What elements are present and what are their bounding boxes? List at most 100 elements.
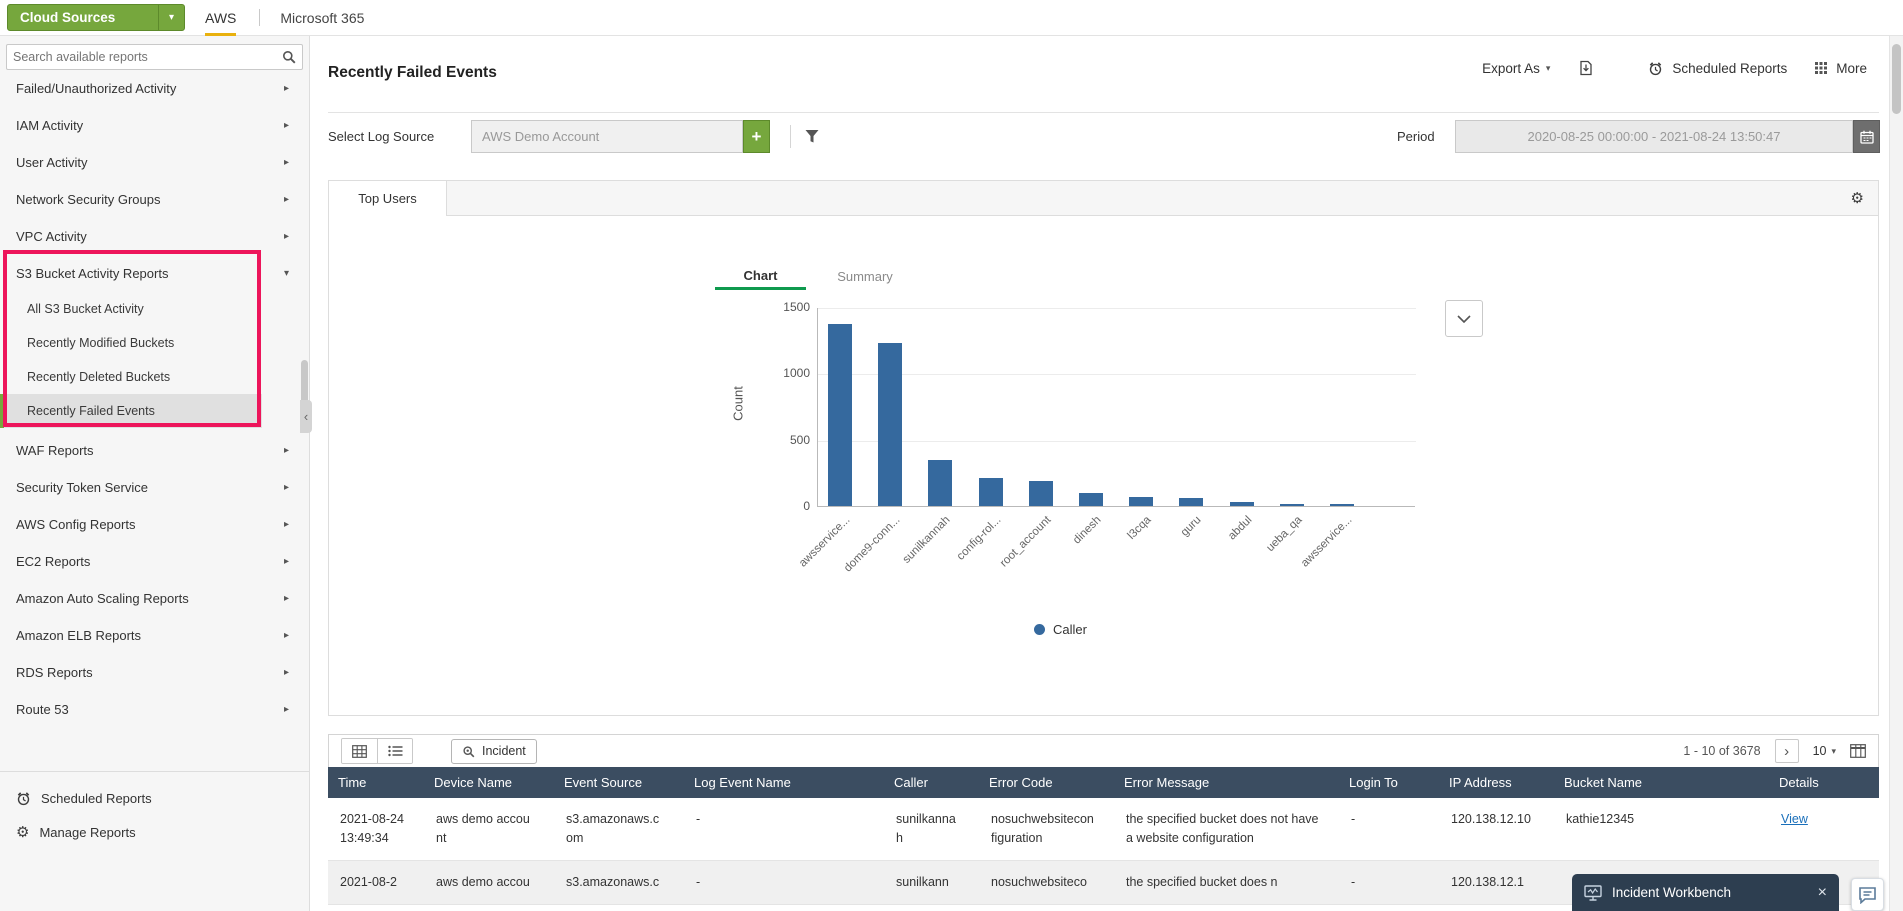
vertical-scrollbar-thumb[interactable] — [1892, 44, 1901, 114]
bar-awsservice-10[interactable] — [1330, 504, 1354, 506]
more-button[interactable]: More — [1815, 61, 1867, 76]
column-header-log-event-name[interactable]: Log Event Name — [684, 767, 884, 798]
incident-workbench-bar[interactable]: Incident Workbench × — [1572, 874, 1839, 911]
chevron-right-icon: ▸ — [284, 157, 289, 168]
chevron-down-icon: ▾ — [1831, 746, 1836, 757]
sidebar-item-route-53[interactable]: Route 53▸ — [0, 691, 309, 728]
bar-ueba-qa-9[interactable] — [1280, 504, 1304, 506]
chart-legend[interactable]: Caller — [1034, 622, 1087, 637]
x-tick-label: l3cqa — [1060, 514, 1153, 607]
sidebar-item-security-token-service[interactable]: Security Token Service▸ — [0, 469, 309, 506]
column-header-event-source[interactable]: Event Source — [554, 767, 684, 798]
cell-caller: sunilkannah — [884, 798, 979, 861]
column-chooser-icon[interactable] — [1850, 744, 1866, 758]
legend-label: Caller — [1053, 622, 1087, 637]
sidebar-item-rds-reports[interactable]: RDS Reports▸ — [0, 654, 309, 691]
sidebar-item-label: S3 Bucket Activity Reports — [16, 266, 168, 281]
tab-microsoft-365[interactable]: Microsoft 365 — [280, 0, 364, 36]
column-header-error-code[interactable]: Error Code — [979, 767, 1114, 798]
sidebar-item-iam-activity[interactable]: IAM Activity▸ — [0, 107, 309, 144]
vertical-scrollbar-track[interactable] — [1889, 36, 1903, 911]
list-view-button[interactable] — [377, 739, 412, 763]
sidebar-item-network-security-groups[interactable]: Network Security Groups▸ — [0, 181, 309, 218]
bar-sunilkannah-2[interactable] — [928, 460, 952, 506]
sidebar-subitem-label: Recently Modified Buckets — [27, 336, 174, 350]
incident-button-label: Incident — [482, 744, 526, 758]
sidebar-item-vpc-activity[interactable]: VPC Activity▸ — [0, 218, 309, 255]
export-icon[interactable] — [1578, 60, 1594, 76]
scheduled-reports-button[interactable]: Scheduled Reports — [1648, 61, 1787, 76]
search-input[interactable] — [7, 50, 276, 64]
bar-abdul-8[interactable] — [1230, 502, 1254, 506]
chart-options-dropdown[interactable] — [1445, 300, 1483, 337]
bar-dinesh-5[interactable] — [1079, 493, 1103, 506]
sidebar-subitem-recently-failed-events[interactable]: Recently Failed Events — [0, 394, 262, 428]
bar-guru-7[interactable] — [1179, 498, 1203, 506]
chat-button[interactable] — [1851, 878, 1884, 911]
column-header-details[interactable]: Details — [1769, 767, 1879, 798]
log-source-input[interactable] — [471, 120, 743, 153]
view-details-link[interactable]: View — [1781, 812, 1808, 826]
sidebar-subitem-label: Recently Deleted Buckets — [27, 370, 170, 384]
bar-l3cqa-6[interactable] — [1129, 497, 1153, 506]
sidebar-item-aws-config-reports[interactable]: AWS Config Reports▸ — [0, 506, 309, 543]
sidebar-scheduled-reports[interactable]: Scheduled Reports — [0, 781, 309, 815]
sidebar-item-amazon-auto-scaling-reports[interactable]: Amazon Auto Scaling Reports▸ — [0, 580, 309, 617]
calendar-button[interactable] — [1853, 120, 1880, 153]
sidebar-subitem-recently-modified-buckets[interactable]: Recently Modified Buckets — [0, 326, 262, 360]
column-header-bucket-name[interactable]: Bucket Name — [1554, 767, 1769, 798]
cell-event-source: s3.amazonaws.com — [554, 798, 684, 861]
sidebar-item-label: EC2 Reports — [16, 554, 90, 569]
close-icon[interactable]: × — [1818, 884, 1827, 902]
tab-summary[interactable]: Summary — [819, 263, 911, 290]
grid-view-button[interactable] — [342, 739, 377, 763]
y-axis-title: Count — [731, 374, 746, 434]
column-header-device-name[interactable]: Device Name — [424, 767, 554, 798]
sidebar-subitem-all-s3-bucket-activity[interactable]: All S3 Bucket Activity — [0, 292, 262, 326]
gear-icon: ⚙ — [16, 825, 29, 840]
cloud-sources-dropdown[interactable]: Cloud Sources ▾ — [7, 4, 185, 31]
filter-icon[interactable] — [805, 129, 819, 144]
sidebar-item-label: User Activity — [16, 155, 88, 170]
sidebar-footer: Scheduled Reports ⚙ Manage Reports — [0, 771, 309, 849]
tab-aws[interactable]: AWS — [205, 0, 236, 36]
y-tick-label: 1500 — [770, 300, 810, 314]
sidebar-item-s3-bucket-activity-reports[interactable]: S3 Bucket Activity Reports▾ — [0, 255, 309, 292]
chevron-right-icon: ▸ — [284, 445, 289, 456]
sidebar-manage-reports[interactable]: ⚙ Manage Reports — [0, 815, 309, 849]
cell-event-source: s3.amazonaws.c — [554, 861, 684, 905]
page-size-dropdown[interactable]: 10 ▾ — [1813, 744, 1836, 758]
bar-dome9-conn-1[interactable] — [878, 343, 902, 506]
incident-button[interactable]: Incident — [451, 739, 537, 764]
panel-settings-gear-icon[interactable]: ⚙ — [1851, 191, 1864, 206]
sidebar-item-ec2-reports[interactable]: EC2 Reports▸ — [0, 543, 309, 580]
tab-top-users[interactable]: Top Users — [329, 181, 447, 216]
bar-config-rol-3[interactable] — [979, 478, 1003, 506]
view-toggle — [341, 738, 413, 764]
period-input[interactable] — [1455, 120, 1853, 153]
tab-chart[interactable]: Chart — [715, 263, 806, 290]
search-icon[interactable] — [276, 50, 302, 65]
sidebar-item-amazon-elb-reports[interactable]: Amazon ELB Reports▸ — [0, 617, 309, 654]
x-tick-label: guru — [1111, 514, 1204, 607]
column-header-caller[interactable]: Caller — [884, 767, 979, 798]
bar-root-account-4[interactable] — [1029, 481, 1053, 506]
add-log-source-button[interactable]: + — [743, 120, 770, 153]
sidebar-item-user-activity[interactable]: User Activity ▸ — [0, 144, 309, 181]
sidebar-subitem-recently-deleted-buckets[interactable]: Recently Deleted Buckets — [0, 360, 262, 394]
column-header-error-message[interactable]: Error Message — [1114, 767, 1339, 798]
sidebar-scheduled-reports-label: Scheduled Reports — [41, 791, 152, 806]
next-page-button[interactable]: › — [1775, 739, 1799, 763]
table-row[interactable]: 2021-08-24 13:49:34aws demo accounts3.am… — [328, 798, 1879, 861]
sidebar-item-failed-unauthorized-activity[interactable]: Failed/Unauthorized Activity▸ — [0, 70, 309, 107]
column-header-login-to[interactable]: Login To — [1339, 767, 1439, 798]
sidebar-collapse-handle[interactable]: ‹ — [300, 400, 312, 433]
column-header-time[interactable]: Time — [328, 767, 424, 798]
column-header-ip-address[interactable]: IP Address — [1439, 767, 1554, 798]
chevron-right-icon: ▸ — [284, 519, 289, 530]
cell-log-event-name: - — [684, 798, 884, 861]
x-tick-label: awsservice... — [1261, 514, 1354, 607]
export-as-dropdown[interactable]: Export As ▾ — [1482, 61, 1550, 76]
bar-awsservice-0[interactable] — [828, 324, 852, 506]
sidebar-item-waf-reports[interactable]: WAF Reports▸ — [0, 432, 309, 469]
